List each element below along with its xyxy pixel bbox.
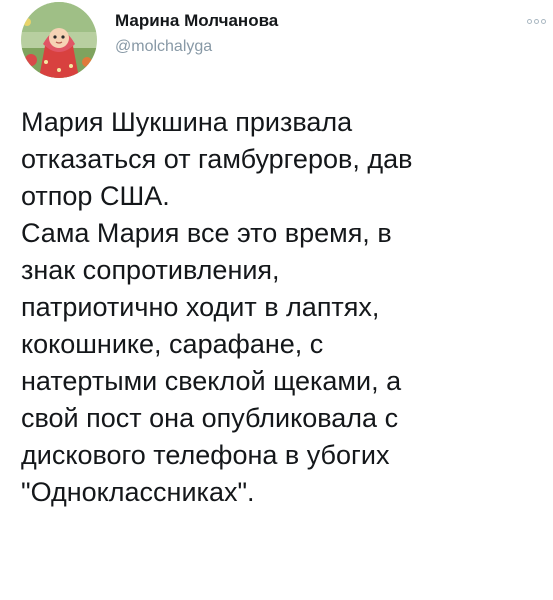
tweet-text: Мария Шукшина призвала отказаться от гам… [21, 104, 541, 511]
tweet-text-line: натертыми свеклой щеками, а [21, 366, 402, 396]
author-name[interactable]: Марина Молчанова [115, 11, 278, 31]
more-options-icon [541, 18, 546, 24]
author-handle[interactable]: @molchalyga [115, 38, 212, 56]
tweet-text-line: Сама Мария все это время, в [21, 218, 392, 248]
tweet-text-line: кокошнике, сарафане, с [21, 329, 324, 359]
tweet-text-line: свой пост она опубликовала с [21, 403, 399, 433]
more-options-icon [534, 18, 539, 24]
avatar-masha-image [21, 2, 97, 78]
tweet-text-line: отпор США. [21, 181, 170, 211]
tweet-text-line: патриотично ходит в лаптях, [21, 292, 380, 322]
tweet-text-line: отказаться от гамбургеров, дав [21, 144, 413, 174]
tweet-text-line: дискового телефона в убогих [21, 440, 390, 470]
author-avatar[interactable] [21, 2, 97, 78]
tweet-card: Марина Молчанова @molchalyga Мария Шукши… [0, 0, 553, 600]
tweet-text-line: знак сопротивления, [21, 255, 280, 285]
tweet-text-line: "Одноклассниках". [21, 477, 255, 507]
more-options-icon [527, 18, 532, 24]
more-options-button[interactable] [527, 14, 553, 28]
tweet-text-line: Мария Шукшина призвала [21, 107, 353, 137]
